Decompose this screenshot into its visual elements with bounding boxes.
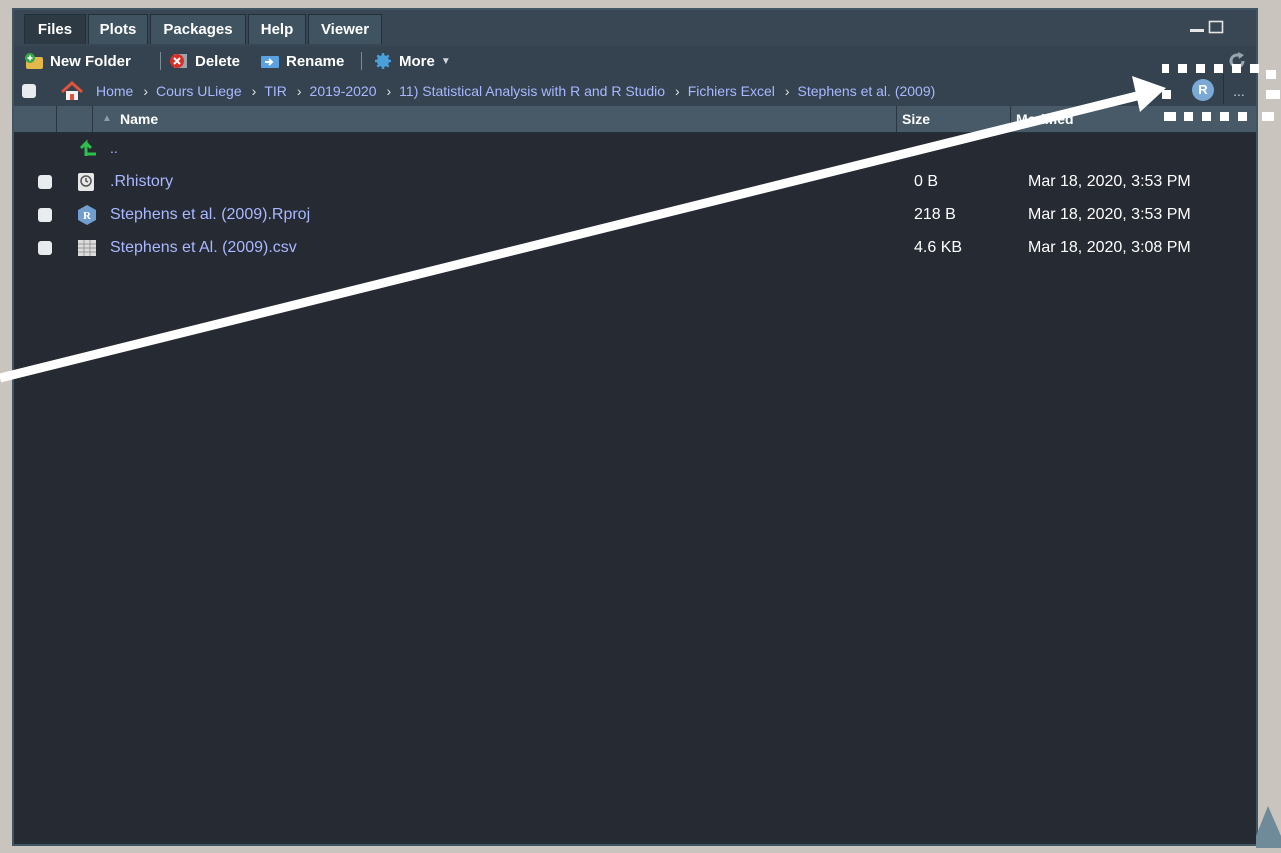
files-toolbar: New Folder Delete Rename More ▼ [14,46,1256,77]
column-divider [1010,106,1011,132]
file-modified: Mar 18, 2020, 3:53 PM [1028,206,1191,223]
sort-ascending-icon: ▲ [102,113,112,124]
column-header-size[interactable]: Size [902,106,930,132]
new-folder-icon [24,52,44,70]
path-more-button[interactable]: ... [1223,74,1254,104]
toolbar-divider [361,52,362,70]
tab-packages[interactable]: Packages [150,14,246,44]
home-icon[interactable] [60,80,84,102]
refresh-icon[interactable] [1226,50,1248,72]
file-size: 0 B [914,173,939,190]
corner-decoration [1256,806,1281,848]
file-list-header: ▲ Name Size Modified [14,106,1256,133]
file-row[interactable]: R Stephens et al. (2009).Rproj 218 B Mar… [14,198,1256,231]
delete-icon [169,52,189,70]
tab-viewer[interactable]: Viewer [308,14,382,44]
file-name-link[interactable]: Stephens et Al. (2009).csv [110,231,297,264]
rename-label: Rename [286,52,345,70]
tab-plots[interactable]: Plots [88,14,148,44]
column-divider [896,106,897,132]
file-size: 218 B [914,206,956,223]
delete-button[interactable]: Delete [169,46,240,76]
file-name-link[interactable]: Stephens et al. (2009).Rproj [110,198,310,231]
file-name-link[interactable]: .Rhistory [110,165,173,198]
svg-text:R: R [83,210,92,222]
breadcrumb-2019-2020[interactable]: 2019-2020 [310,83,377,99]
project-r-icon[interactable]: R [1192,79,1214,101]
chevron-right-icon: › [675,83,680,99]
rhistory-icon [76,171,98,193]
breadcrumb-cours-uliege[interactable]: Cours ULiege [156,83,242,99]
file-row[interactable]: Stephens et Al. (2009).csv 4.6 KB Mar 18… [14,231,1256,264]
file-size: 4.6 KB [914,239,963,256]
file-modified: Mar 18, 2020, 3:08 PM [1028,239,1191,256]
chevron-down-icon: ▼ [440,55,451,67]
rename-button[interactable]: Rename [260,46,344,76]
minimize-icon[interactable] [1189,20,1205,34]
chevron-right-icon: › [251,83,257,99]
new-folder-label: New Folder [50,52,131,70]
tab-files[interactable]: Files [24,14,86,44]
delete-label: Delete [195,52,241,70]
select-all-checkbox[interactable] [22,84,36,98]
column-divider [56,106,57,132]
column-header-name[interactable]: Name [120,106,158,132]
path-bar: Home › Cours ULiege › TIR › 2019-2020 › … [14,76,1256,107]
toolbar-divider [160,52,161,70]
breadcrumb: Home › Cours ULiege › TIR › 2019-2020 › … [96,76,935,106]
column-header-modified[interactable]: Modified [1016,106,1074,132]
more-button[interactable]: More ▼ [373,46,451,76]
csv-icon [76,237,98,259]
chevron-right-icon: › [386,83,392,99]
parent-directory-row[interactable]: .. [14,132,1256,165]
column-divider [92,106,93,132]
breadcrumb-fichiers-excel[interactable]: Fichiers Excel [688,83,775,99]
tab-bar: Files Plots Packages Help Viewer [14,10,1256,47]
breadcrumb-tir[interactable]: TIR [264,83,287,99]
parent-directory-label: .. [110,140,118,156]
gear-icon [373,52,393,70]
breadcrumb-statistical-analysis[interactable]: 11) Statistical Analysis with R and R St… [399,83,665,99]
new-folder-button[interactable]: New Folder [24,46,131,76]
file-checkbox[interactable] [38,175,52,189]
chevron-right-icon: › [143,83,149,99]
file-checkbox[interactable] [38,241,52,255]
up-arrow-icon [78,138,98,158]
chevron-right-icon: › [296,83,302,99]
files-pane: Files Plots Packages Help Viewer New Fol… [12,8,1258,846]
breadcrumb-stephens[interactable]: Stephens et al. (2009) [798,83,936,99]
file-row[interactable]: .Rhistory 0 B Mar 18, 2020, 3:53 PM [14,165,1256,198]
more-label: More [399,52,435,70]
chevron-right-icon: › [784,83,790,99]
breadcrumb-home[interactable]: Home [96,83,133,99]
rproj-icon: R [76,204,98,226]
file-modified: Mar 18, 2020, 3:53 PM [1028,173,1191,190]
rename-icon [260,52,280,70]
file-checkbox[interactable] [38,208,52,222]
tab-help[interactable]: Help [248,14,306,44]
maximize-icon[interactable] [1208,20,1224,34]
